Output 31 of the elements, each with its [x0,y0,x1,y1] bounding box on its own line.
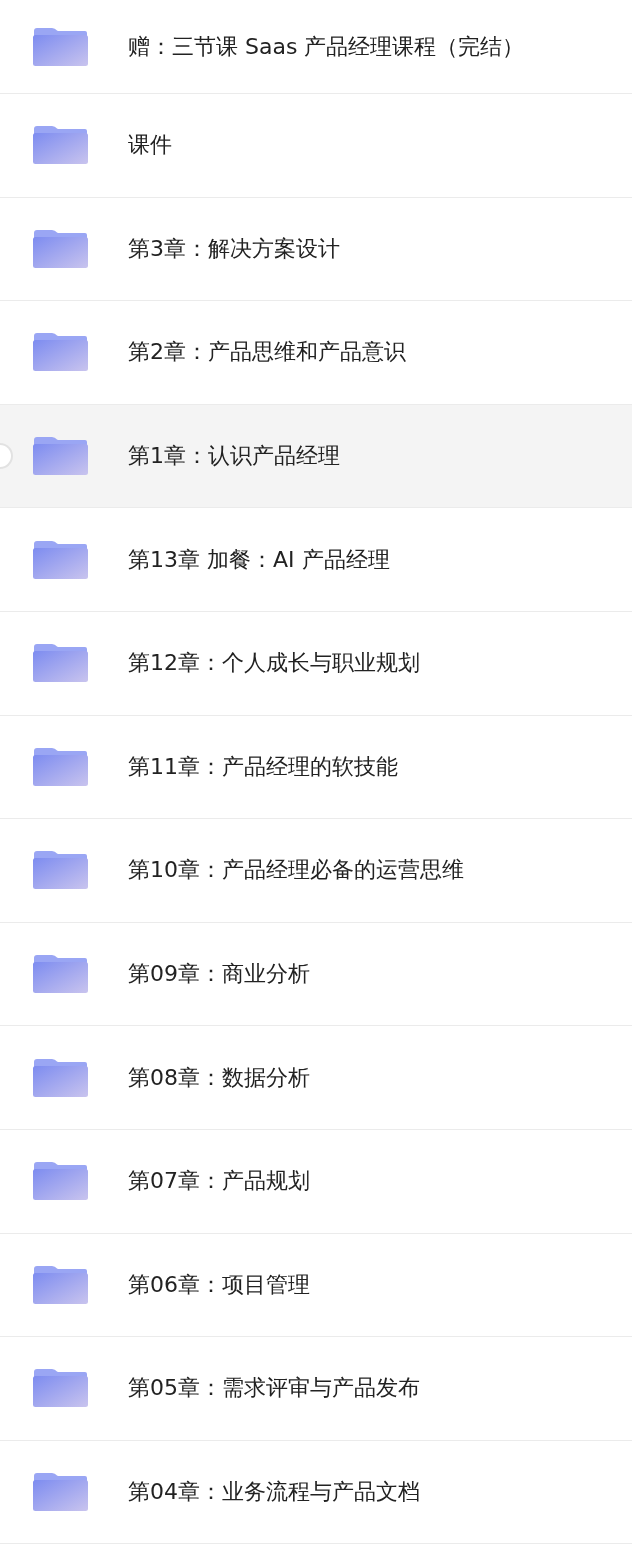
folder-name: 赠：三节课 Saas 产品经理课程（完结） [128,32,525,61]
folder-icon [32,1161,88,1202]
folder-icon [32,228,88,269]
folder-name: 第09章：商业分析 [128,960,310,989]
folder-name: 第2章：产品思维和产品意识 [128,338,406,367]
folder-icon [32,1368,88,1409]
folder-icon [32,643,88,684]
folder-row[interactable]: 第1章：认识产品经理 [0,404,632,509]
folder-icon [32,1472,88,1512]
folder-name: 第04章：业务流程与产品文档 [128,1478,420,1506]
folder-icon [32,1264,88,1305]
folder-name: 第06章：项目管理 [128,1270,310,1299]
folder-icon [32,332,88,373]
folder-name: 第05章：需求评审与产品发布 [128,1374,420,1403]
folder-icon [32,850,88,891]
folder-icon [32,1057,88,1098]
folder-name: 第12章：个人成长与职业规划 [128,649,420,678]
folder-name: 第10章：产品经理必备的运营思维 [128,856,464,885]
folder-name: 第07章：产品规划 [128,1167,310,1196]
folder-icon [32,746,88,787]
folder-icon [32,436,88,477]
folder-name: 课件 [128,131,172,160]
folder-icon [32,125,88,166]
folder-name: 第11章：产品经理的软技能 [128,752,398,781]
folder-name: 第08章：数据分析 [128,1063,310,1092]
folder-icon [32,954,88,995]
folder-name: 第3章：解决方案设计 [128,234,340,263]
folder-name: 第13章 加餐：AI 产品经理 [128,545,390,574]
folder-icon [32,539,88,580]
folder-icon [32,26,88,67]
folder-name: 第1章：认识产品经理 [128,442,340,471]
